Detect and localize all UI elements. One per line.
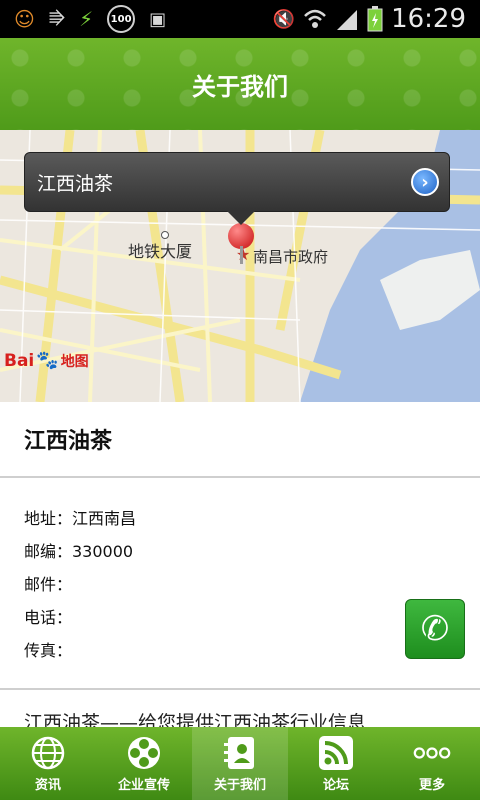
notification-face-icon: ☺ [14, 7, 35, 31]
rss-icon [317, 734, 355, 772]
map-label-metro: 地铁大厦 [128, 242, 193, 261]
mute-icon: 🔇 [272, 8, 296, 30]
company-title-block: 江西油茶 [0, 402, 480, 478]
tab-promotion[interactable]: 企业宣传 [96, 727, 192, 800]
battery-icon [367, 6, 383, 32]
clock: 16:29 [391, 4, 466, 34]
tab-label: 关于我们 [213, 778, 266, 793]
popup-title: 江西油茶 [37, 172, 114, 195]
charging-bolt-icon: ⚡ [79, 7, 94, 31]
phone-row: 电话： [24, 607, 73, 627]
company-name: 江西油茶 [24, 429, 113, 454]
battery-100-badge-icon: 100 [107, 5, 136, 33]
film-reel-icon [125, 734, 163, 772]
chevron-right-icon[interactable]: › [411, 168, 439, 196]
page-title: 关于我们 [192, 72, 288, 101]
status-bar: ☺ ⭆ ⚡ 100 ▣ 🔇 16:29 [0, 0, 480, 38]
tab-label: 企业宣传 [117, 778, 170, 793]
location-pin-stem [240, 246, 243, 264]
tab-more[interactable]: 更多 [384, 727, 480, 800]
map-label-gov: 南昌市政府 [253, 248, 329, 266]
fax-row: 传真： [24, 640, 73, 660]
address-row: 地址：江西南昌 [24, 508, 137, 528]
tab-label: 更多 [418, 778, 445, 793]
tab-forum[interactable]: 论坛 [288, 727, 384, 800]
call-button[interactable]: ✆ [405, 599, 465, 659]
popup-pointer [227, 211, 255, 225]
map-view[interactable]: ★ 地铁大厦 南昌市政府 江西油茶 › Bai 🐾 地图 [0, 130, 480, 402]
tab-news[interactable]: 资讯 [0, 727, 96, 800]
sim-card-icon: ▣ [149, 8, 167, 30]
contact-info: 地址：江西南昌 邮编：330000 邮件： 电话： 传真： [24, 500, 454, 665]
phone-icon: ✆ [420, 609, 450, 649]
app-header: 关于我们 [0, 38, 480, 130]
email-row: 邮件： [24, 574, 73, 594]
wifi-icon [304, 9, 326, 28]
tab-label: 资讯 [34, 778, 61, 793]
divider [0, 688, 480, 690]
contacts-icon [221, 734, 259, 772]
tab-about-us[interactable]: 关于我们 [192, 727, 288, 800]
more-dots-icon [413, 734, 451, 772]
bottom-tab-bar: 资讯 企业宣传 关于我们 论坛 更多 [0, 727, 480, 800]
usb-icon: ⭆ [48, 8, 66, 30]
paw-icon: 🐾 [36, 350, 59, 371]
map-popup[interactable]: 江西油茶 › [24, 152, 450, 225]
zip-row: 邮编：330000 [24, 541, 134, 561]
signal-icon [337, 10, 358, 30]
tab-label: 论坛 [322, 778, 349, 793]
globe-icon [29, 734, 67, 772]
baidu-map-logo: Bai 🐾 地图 [4, 350, 89, 371]
